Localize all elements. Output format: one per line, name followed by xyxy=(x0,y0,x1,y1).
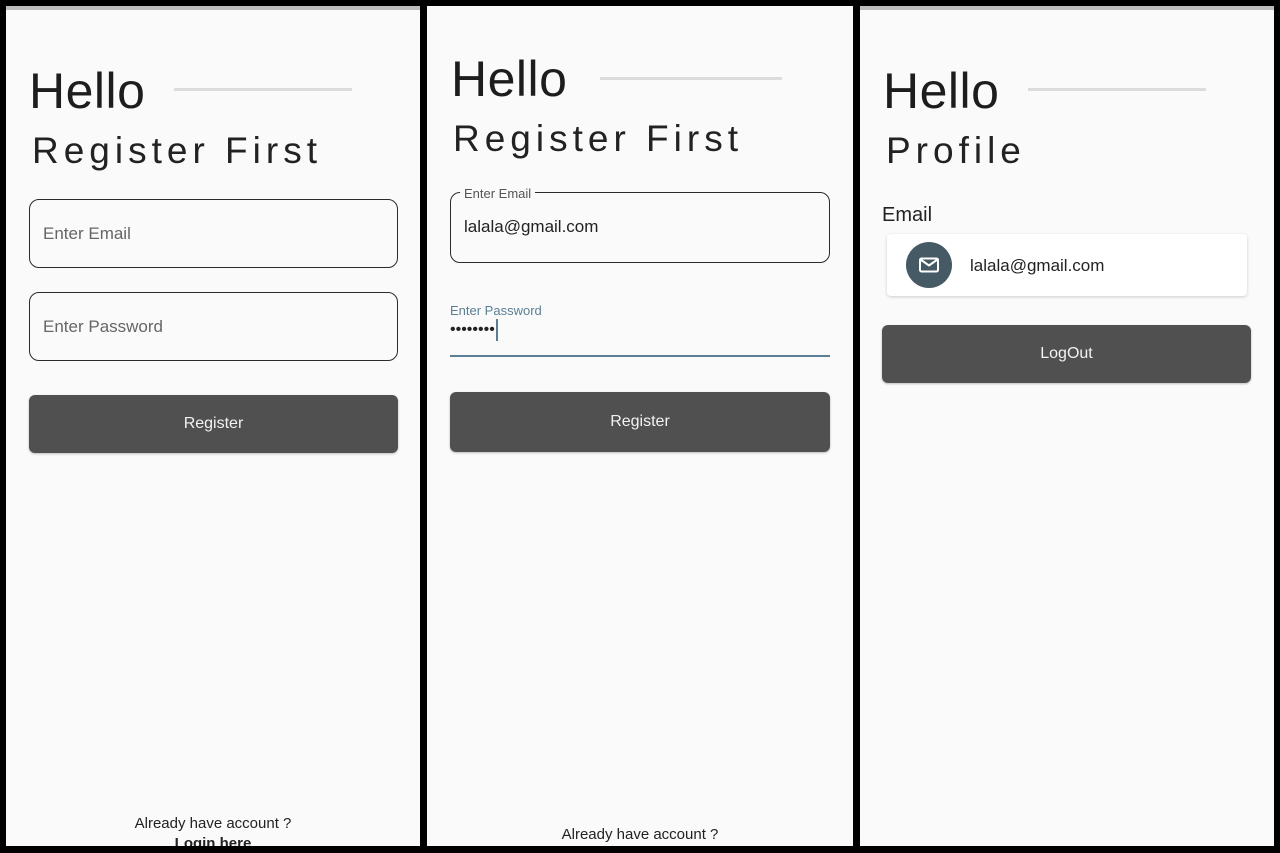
page-subtitle: Register First xyxy=(453,118,743,159)
heading-divider xyxy=(1028,88,1206,91)
email-value: lalala@gmail.com xyxy=(970,256,1105,275)
footer-question: Already have account ? xyxy=(561,826,719,843)
hello-heading: Hello xyxy=(451,51,568,107)
email-field[interactable]: Enter Email xyxy=(29,199,398,268)
password-field[interactable]: Enter Password xyxy=(29,292,398,361)
register-screen-empty: Hello Register First Enter Email Enter P… xyxy=(6,6,420,846)
profile-screen: Hello Profile Email lalala@gmail.com Log… xyxy=(860,6,1274,846)
password-placeholder: Enter Password xyxy=(43,316,163,336)
register-button[interactable]: Register xyxy=(450,392,830,452)
page-subtitle: Register First xyxy=(32,130,322,171)
password-value[interactable]: •••••••• xyxy=(450,321,495,339)
hello-heading: Hello xyxy=(29,63,146,119)
email-placeholder: Enter Email xyxy=(43,223,131,243)
email-value[interactable]: lalala@gmail.com xyxy=(464,217,598,237)
register-button[interactable]: Register xyxy=(29,395,398,453)
register-screen-filled: Hello Register First Enter Email lalala@… xyxy=(427,6,853,846)
email-section-label: Email xyxy=(882,204,933,226)
hello-heading: Hello xyxy=(883,63,1000,119)
page-subtitle: Profile xyxy=(886,130,1026,171)
email-card: lalala@gmail.com xyxy=(887,234,1247,296)
password-field-underline xyxy=(450,355,830,357)
email-floating-label: Enter Email xyxy=(460,186,536,201)
login-link[interactable]: Login here xyxy=(6,835,420,846)
heading-divider xyxy=(600,77,782,80)
logout-button[interactable]: LogOut xyxy=(882,325,1251,383)
heading-divider xyxy=(174,88,352,91)
footer-question: Already have account ? xyxy=(134,815,292,832)
text-caret xyxy=(496,319,498,341)
password-floating-label: Enter Password xyxy=(450,303,542,318)
mail-icon xyxy=(906,242,952,288)
